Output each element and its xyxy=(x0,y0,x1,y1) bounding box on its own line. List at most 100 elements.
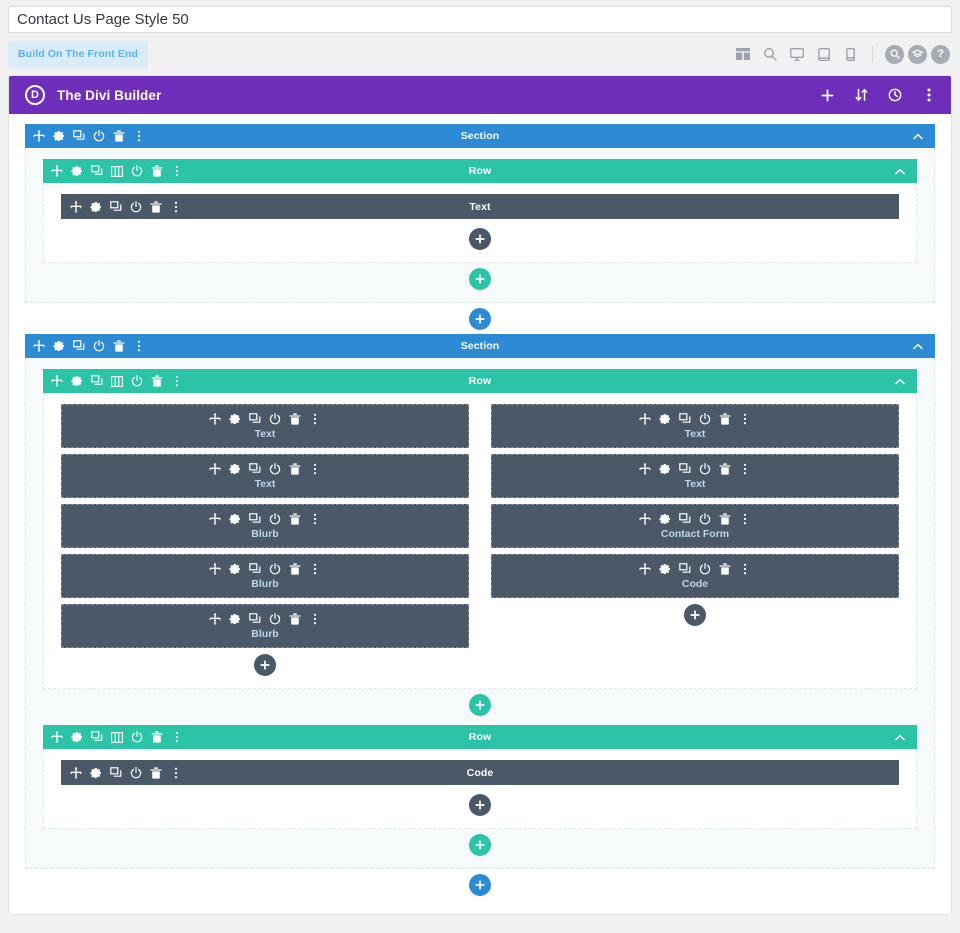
module-text[interactable]: Text xyxy=(491,454,899,498)
settings-icon[interactable] xyxy=(90,200,102,214)
settings-icon[interactable] xyxy=(229,612,241,626)
disable-icon[interactable] xyxy=(269,562,281,576)
move-icon[interactable] xyxy=(209,412,221,426)
disable-icon[interactable] xyxy=(269,412,281,426)
chevron-up-icon[interactable] xyxy=(911,129,925,143)
settings-icon[interactable] xyxy=(659,562,671,576)
module-blurb[interactable]: Blurb xyxy=(61,554,469,598)
move-icon[interactable] xyxy=(70,200,82,214)
page-title-input[interactable] xyxy=(8,6,952,33)
disable-icon[interactable] xyxy=(130,766,142,780)
duplicate-icon[interactable] xyxy=(91,730,103,744)
move-icon[interactable] xyxy=(639,462,651,476)
disable-icon[interactable] xyxy=(130,200,142,214)
module-text[interactable]: Text xyxy=(61,454,469,498)
delete-icon[interactable] xyxy=(719,562,731,576)
move-icon[interactable] xyxy=(33,129,45,143)
move-icon[interactable] xyxy=(639,562,651,576)
more-icon[interactable] xyxy=(171,374,183,388)
desktop-view-icon[interactable] xyxy=(783,43,810,65)
duplicate-icon[interactable] xyxy=(110,766,122,780)
module-code[interactable]: Code xyxy=(61,760,899,785)
settings-icon[interactable] xyxy=(53,129,65,143)
duplicate-icon[interactable] xyxy=(679,462,691,476)
columns-icon[interactable] xyxy=(111,374,123,388)
more-icon[interactable] xyxy=(309,562,321,576)
duplicate-icon[interactable] xyxy=(679,562,691,576)
module-blurb[interactable]: Blurb xyxy=(61,604,469,648)
settings-icon[interactable] xyxy=(229,412,241,426)
delete-icon[interactable] xyxy=(151,730,163,744)
disable-icon[interactable] xyxy=(269,512,281,526)
settings-icon[interactable] xyxy=(71,374,83,388)
more-icon[interactable] xyxy=(133,129,145,143)
delete-icon[interactable] xyxy=(113,339,125,353)
build-on-front-end-button[interactable]: Build On The Front End xyxy=(8,40,149,68)
add-module-button[interactable] xyxy=(469,794,491,816)
settings-icon[interactable] xyxy=(229,512,241,526)
delete-icon[interactable] xyxy=(719,412,731,426)
settings-icon[interactable] xyxy=(53,339,65,353)
module-text[interactable]: Text xyxy=(61,194,899,219)
wireframe-view-icon[interactable] xyxy=(729,43,756,65)
duplicate-icon[interactable] xyxy=(249,512,261,526)
move-icon[interactable] xyxy=(51,730,63,744)
row-2-header[interactable]: Row xyxy=(43,369,917,393)
add-row-button[interactable] xyxy=(469,268,491,290)
delete-icon[interactable] xyxy=(289,562,301,576)
columns-icon[interactable] xyxy=(111,164,123,178)
more-icon[interactable] xyxy=(739,512,751,526)
phone-view-icon[interactable] xyxy=(837,43,864,65)
disable-icon[interactable] xyxy=(699,412,711,426)
settings-icon[interactable] xyxy=(71,730,83,744)
settings-icon[interactable] xyxy=(229,462,241,476)
settings-icon[interactable] xyxy=(90,766,102,780)
delete-icon[interactable] xyxy=(150,766,162,780)
module-text[interactable]: Text xyxy=(61,404,469,448)
disable-icon[interactable] xyxy=(93,129,105,143)
reorder-button[interactable] xyxy=(853,86,869,104)
add-from-library-button[interactable] xyxy=(819,86,835,104)
move-icon[interactable] xyxy=(51,374,63,388)
more-icon[interactable] xyxy=(309,512,321,526)
more-icon[interactable] xyxy=(133,339,145,353)
more-icon[interactable] xyxy=(309,412,321,426)
add-row-button[interactable] xyxy=(469,834,491,856)
move-icon[interactable] xyxy=(209,612,221,626)
duplicate-icon[interactable] xyxy=(110,200,122,214)
disable-icon[interactable] xyxy=(131,164,143,178)
move-icon[interactable] xyxy=(209,562,221,576)
delete-icon[interactable] xyxy=(113,129,125,143)
search-icon[interactable] xyxy=(885,44,904,64)
add-module-button[interactable] xyxy=(684,604,706,626)
row-1-header[interactable]: Row xyxy=(43,159,917,183)
more-icon[interactable] xyxy=(739,412,751,426)
row-3-header[interactable]: Row xyxy=(43,725,917,749)
columns-icon[interactable] xyxy=(111,730,123,744)
more-icon[interactable] xyxy=(170,200,182,214)
help-icon[interactable]: ? xyxy=(931,44,950,64)
more-options-button[interactable] xyxy=(921,86,937,104)
disable-icon[interactable] xyxy=(269,462,281,476)
module-contact-form[interactable]: Contact Form xyxy=(491,504,899,548)
delete-icon[interactable] xyxy=(150,200,162,214)
duplicate-icon[interactable] xyxy=(91,374,103,388)
duplicate-icon[interactable] xyxy=(91,164,103,178)
zoom-out-view-icon[interactable] xyxy=(756,43,783,65)
disable-icon[interactable] xyxy=(131,730,143,744)
add-module-button[interactable] xyxy=(469,228,491,250)
section-2-header[interactable]: Section xyxy=(25,334,935,358)
chevron-up-icon[interactable] xyxy=(893,730,907,744)
delete-icon[interactable] xyxy=(289,462,301,476)
move-icon[interactable] xyxy=(33,339,45,353)
duplicate-icon[interactable] xyxy=(249,612,261,626)
add-section-button[interactable] xyxy=(469,874,491,896)
delete-icon[interactable] xyxy=(151,164,163,178)
delete-icon[interactable] xyxy=(719,512,731,526)
disable-icon[interactable] xyxy=(699,462,711,476)
move-icon[interactable] xyxy=(209,462,221,476)
settings-icon[interactable] xyxy=(229,562,241,576)
settings-icon[interactable] xyxy=(659,512,671,526)
more-icon[interactable] xyxy=(739,562,751,576)
delete-icon[interactable] xyxy=(289,412,301,426)
